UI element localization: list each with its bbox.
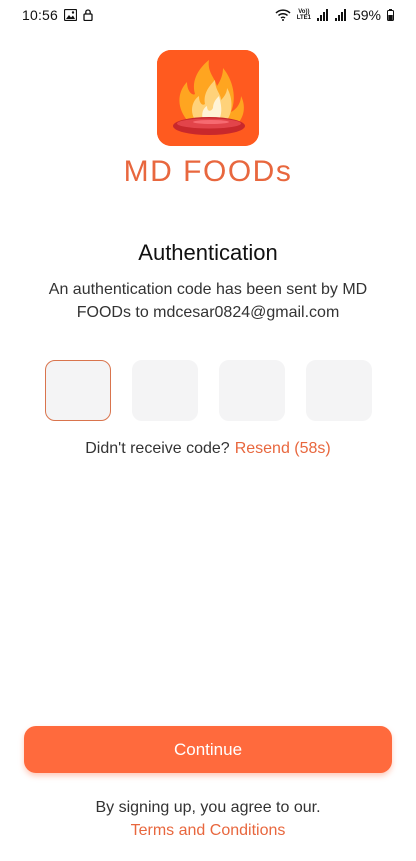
page-title: Authentication (138, 240, 278, 265)
auth-description: An authentication code has been sent by … (48, 281, 368, 321)
terms-note: By signing up, you agree to our. (95, 799, 321, 816)
otp-digit-3[interactable] (219, 360, 285, 421)
terms-link[interactable]: Terms and Conditions (0, 822, 416, 840)
continue-button[interactable]: Continue (24, 726, 392, 773)
status-right: Vo)) LTE1 59% (275, 7, 394, 23)
signal-icon-2 (334, 9, 347, 21)
flaming-plate-icon (157, 50, 259, 146)
signal-icon (316, 9, 329, 21)
otp-digit-4[interactable] (306, 360, 372, 421)
resend-link[interactable]: Resend (58s) (235, 440, 331, 457)
wifi-icon (275, 9, 291, 21)
gallery-icon (64, 9, 78, 21)
otp-digit-1[interactable] (45, 360, 111, 421)
resend-row: Didn't receive code? Resend (58s) (0, 440, 416, 458)
battery-icon (387, 9, 394, 21)
status-bar: 10:56 Vo)) LTE1 59% (0, 0, 416, 30)
otp-digit-2[interactable] (132, 360, 198, 421)
resend-prompt: Didn't receive code? (85, 440, 230, 457)
otp-input-group (45, 360, 372, 421)
lock-icon (83, 9, 93, 21)
volte-indicator: Vo)) LTE1 (297, 9, 311, 21)
status-time: 10:56 (22, 7, 59, 23)
brand-name: MD FOODs (123, 155, 293, 188)
status-left: 10:56 (22, 7, 93, 23)
battery-percent: 59% (352, 7, 381, 23)
app-logo (157, 50, 259, 146)
lte-label: LTE1 (296, 15, 311, 21)
